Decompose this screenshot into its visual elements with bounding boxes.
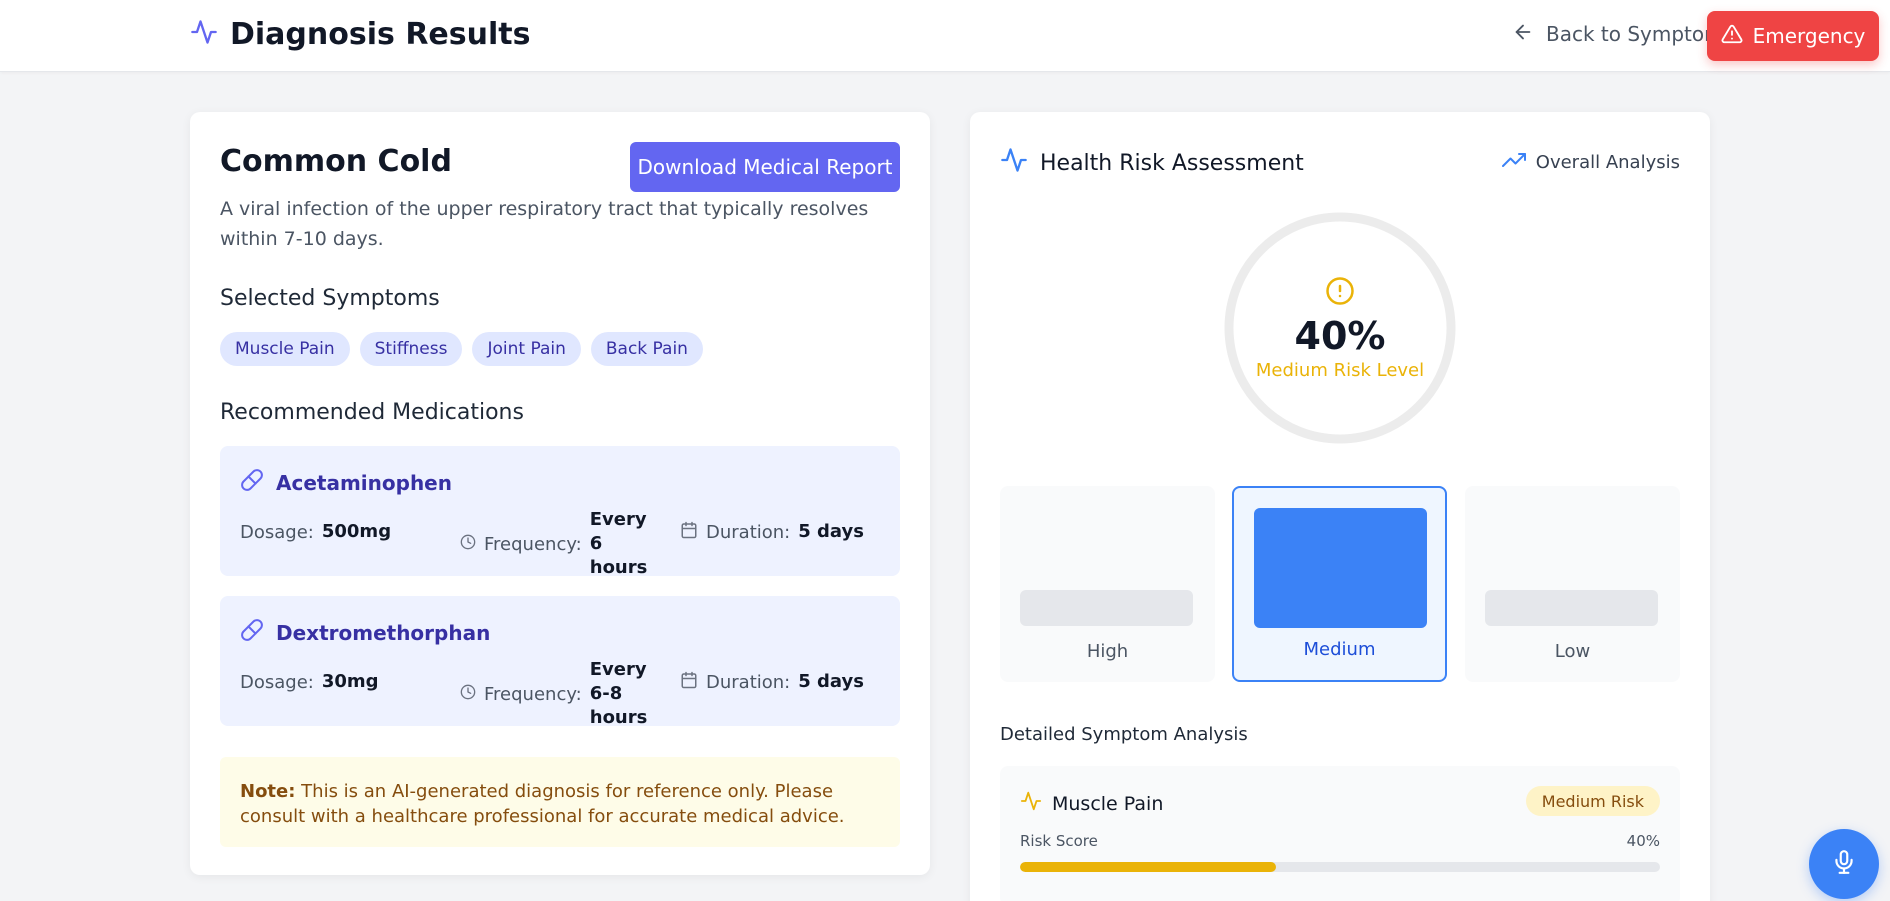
- frequency-field: Frequency: Every 6-8 hours: [460, 658, 670, 730]
- duration-label: Duration:: [706, 521, 791, 543]
- risk-level-label: High: [1086, 641, 1129, 662]
- pill-icon: [240, 468, 264, 497]
- pill-icon: [240, 618, 264, 647]
- symptom-analysis-name: Muscle Pain: [1052, 792, 1164, 815]
- overall-analysis[interactable]: Overall Analysis: [1501, 148, 1680, 177]
- duration-label: Duration:: [706, 671, 791, 693]
- risk-assessment-title: Health Risk Assessment: [1000, 146, 1304, 180]
- medication-name-row: Dextromethorphan: [240, 618, 490, 647]
- symptom-analysis-title: Detailed Symptom Analysis: [1000, 724, 1248, 745]
- dosage-value: 30mg: [321, 671, 379, 692]
- page-title: Diagnosis Results: [230, 16, 531, 52]
- risk-level-bar: [1020, 590, 1193, 626]
- diagnosis-name: Common Cold: [220, 144, 452, 179]
- symptom-analysis-item: Muscle Pain Medium Risk Risk Score 40%: [1000, 766, 1680, 901]
- dosage-value: 500mg: [321, 521, 392, 542]
- risk-level-bar: [1485, 590, 1658, 626]
- risk-level-high[interactable]: High: [1000, 486, 1215, 682]
- risk-gauge-center: 40% Medium Risk Level: [1222, 210, 1458, 446]
- note-label: Note:: [240, 781, 296, 802]
- app-title: Diagnosis Results: [190, 14, 530, 54]
- diagnosis-card: Common Cold Download Medical Report A vi…: [190, 112, 930, 875]
- risk-score-fill: [1020, 862, 1276, 872]
- risk-score-value: 40%: [1626, 832, 1660, 850]
- emergency-button[interactable]: Emergency: [1707, 11, 1879, 61]
- dosage-field: Dosage: 500mg: [240, 520, 391, 544]
- risk-level-label: Low: [1554, 641, 1591, 662]
- alert-circle-icon: [1325, 276, 1355, 310]
- frequency-field: Frequency: Every 6 hours: [460, 508, 660, 580]
- risk-level-low[interactable]: Low: [1465, 486, 1680, 682]
- back-to-symptoms-link[interactable]: Back to Symptoms: [1512, 18, 1734, 50]
- emergency-label: Emergency: [1752, 24, 1866, 48]
- diagnosis-description: A viral infection of the upper respirato…: [220, 198, 869, 250]
- risk-level-bar: [1254, 508, 1427, 628]
- recommended-medications-heading: Recommended Medications: [220, 400, 524, 425]
- frequency-label: Frequency:: [484, 683, 582, 705]
- symptom-analysis-name-row: Muscle Pain: [1020, 790, 1163, 817]
- dosage-label: Dosage:: [240, 521, 314, 543]
- medication-card: Acetaminophen Dosage: 500mg Frequency: E…: [220, 446, 900, 578]
- risk-percent: 40%: [1294, 313, 1386, 358]
- arrow-left-icon: [1512, 21, 1534, 48]
- download-report-button[interactable]: Download Medical Report: [630, 142, 900, 192]
- calendar-icon: [680, 671, 698, 694]
- medication-card: Dextromethorphan Dosage: 30mg Frequency:…: [220, 596, 900, 728]
- frequency-value: Every 6-8 hours: [589, 659, 648, 728]
- clock-icon: [460, 534, 476, 555]
- frequency-label: Frequency:: [484, 533, 582, 555]
- mic-icon: [1831, 849, 1857, 879]
- duration-field: Duration: 5 days: [680, 670, 864, 694]
- duration-field: Duration: 5 days: [680, 520, 864, 544]
- risk-score-bar: [1020, 862, 1660, 872]
- symptom-chip[interactable]: Stiffness: [359, 332, 463, 366]
- dosage-field: Dosage: 30mg: [240, 670, 379, 694]
- medication-name: Acetaminophen: [276, 470, 452, 495]
- calendar-icon: [680, 521, 698, 544]
- medication-name: Dextromethorphan: [276, 620, 491, 645]
- symptom-chip[interactable]: Muscle Pain: [220, 332, 350, 366]
- selected-symptoms-heading: Selected Symptoms: [220, 286, 440, 311]
- risk-assessment-title-text: Health Risk Assessment: [1040, 150, 1304, 176]
- symptom-chip[interactable]: Back Pain: [590, 332, 703, 366]
- alert-triangle-icon: [1721, 23, 1743, 50]
- medication-name-row: Acetaminophen: [240, 468, 452, 497]
- activity-icon: [1020, 790, 1042, 817]
- dosage-label: Dosage:: [240, 671, 314, 693]
- top-bar: Diagnosis Results Back to Symptoms Emerg…: [0, 0, 1890, 72]
- symptom-chips: Muscle Pain Stiffness Joint Pain Back Pa…: [220, 332, 703, 366]
- duration-value: 5 days: [798, 521, 864, 542]
- overall-analysis-label: Overall Analysis: [1535, 152, 1680, 173]
- risk-level-text: Medium Risk Level: [1255, 359, 1425, 381]
- risk-level-medium[interactable]: Medium: [1232, 486, 1447, 682]
- disclaimer-note: Note: This is an AI-generated diagnosis …: [220, 757, 900, 847]
- clock-icon: [460, 684, 476, 705]
- voice-input-button[interactable]: [1809, 829, 1879, 899]
- duration-value: 5 days: [798, 671, 864, 692]
- symptom-chip[interactable]: Joint Pain: [472, 332, 581, 366]
- back-link-label: Back to Symptoms: [1546, 22, 1735, 46]
- activity-icon: [1000, 146, 1028, 180]
- risk-level-label: Medium: [1303, 639, 1376, 660]
- risk-assessment-card: Health Risk Assessment Overall Analysis …: [970, 112, 1710, 901]
- trending-up-icon: [1501, 148, 1526, 177]
- frequency-value: Every 6 hours: [589, 509, 648, 578]
- risk-score-label: Risk Score: [1020, 832, 1098, 850]
- note-text: This is an AI-generated diagnosis for re…: [240, 781, 845, 827]
- activity-icon: [190, 18, 218, 50]
- risk-badge: Medium Risk: [1525, 786, 1660, 816]
